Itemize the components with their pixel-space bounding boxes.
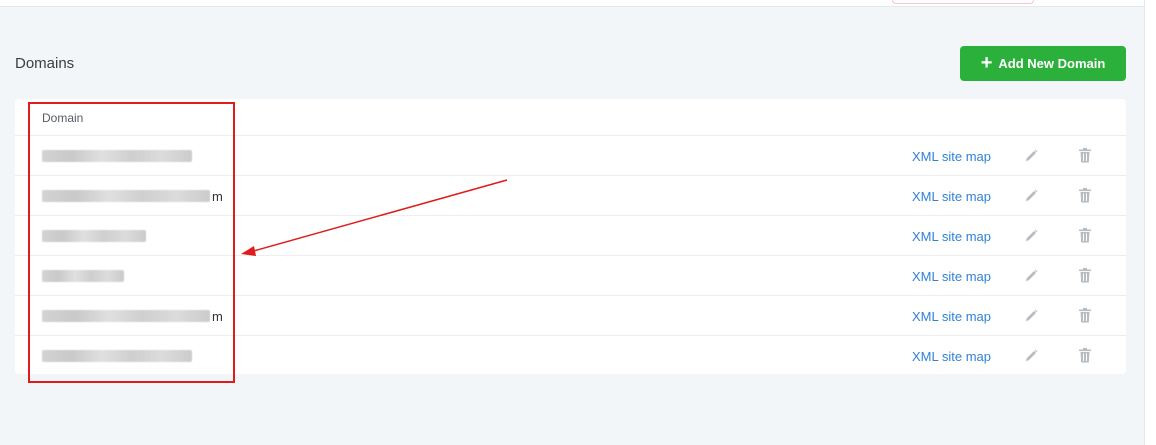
pencil-icon[interactable] [1023, 188, 1039, 204]
trash-icon[interactable] [1077, 147, 1093, 164]
redaction-blur [42, 150, 192, 162]
domain-name-redacted: m [42, 296, 223, 336]
table-row: XML site map [15, 255, 1126, 296]
domain-name-redacted: m [42, 176, 223, 216]
table-row: m XML site map [15, 175, 1126, 216]
trash-icon[interactable] [1077, 227, 1093, 244]
trash-icon[interactable] [1077, 347, 1093, 364]
pencil-icon[interactable] [1023, 228, 1039, 244]
plus-icon: + [980, 51, 993, 74]
redaction-blur [42, 350, 192, 362]
xml-site-map-link[interactable]: XML site map [912, 216, 991, 256]
pencil-icon[interactable] [1023, 268, 1039, 284]
trash-icon[interactable] [1077, 307, 1093, 324]
xml-site-map-link[interactable]: XML site map [912, 176, 991, 216]
column-header-domain: Domain [42, 111, 84, 125]
top-bar-pill[interactable] [892, 0, 1034, 4]
domain-suffix: m [212, 308, 223, 324]
domain-suffix: m [212, 188, 223, 204]
right-scroll-rail[interactable] [1144, 0, 1156, 445]
add-new-domain-button[interactable]: + Add New Domain [960, 46, 1126, 81]
add-new-domain-label: Add New Domain [998, 56, 1106, 71]
redaction-blur [42, 190, 210, 202]
page-title: Domains [15, 55, 75, 72]
xml-site-map-link[interactable]: XML site map [912, 336, 991, 376]
top-bar [0, 0, 1144, 7]
redaction-blur [42, 270, 124, 282]
redaction-blur [42, 310, 210, 322]
trash-icon[interactable] [1077, 187, 1093, 204]
redaction-blur [42, 230, 146, 242]
table-row: m XML site map [15, 295, 1126, 336]
pencil-icon[interactable] [1023, 348, 1039, 364]
xml-site-map-link[interactable]: XML site map [912, 136, 991, 176]
pencil-icon[interactable] [1023, 148, 1039, 164]
xml-site-map-link[interactable]: XML site map [912, 256, 991, 296]
xml-site-map-link[interactable]: XML site map [912, 296, 991, 336]
domain-name-redacted [42, 216, 148, 256]
table-row: XML site map [15, 215, 1126, 256]
table-row: XML site map [15, 135, 1126, 176]
domain-name-redacted [42, 136, 194, 176]
trash-icon[interactable] [1077, 267, 1093, 284]
pencil-icon[interactable] [1023, 308, 1039, 324]
domain-name-redacted [42, 336, 194, 376]
domain-name-redacted [42, 256, 126, 296]
domains-table: Domain XML site map m XML site map XML site… [15, 99, 1126, 374]
table-row: XML site map [15, 335, 1126, 376]
